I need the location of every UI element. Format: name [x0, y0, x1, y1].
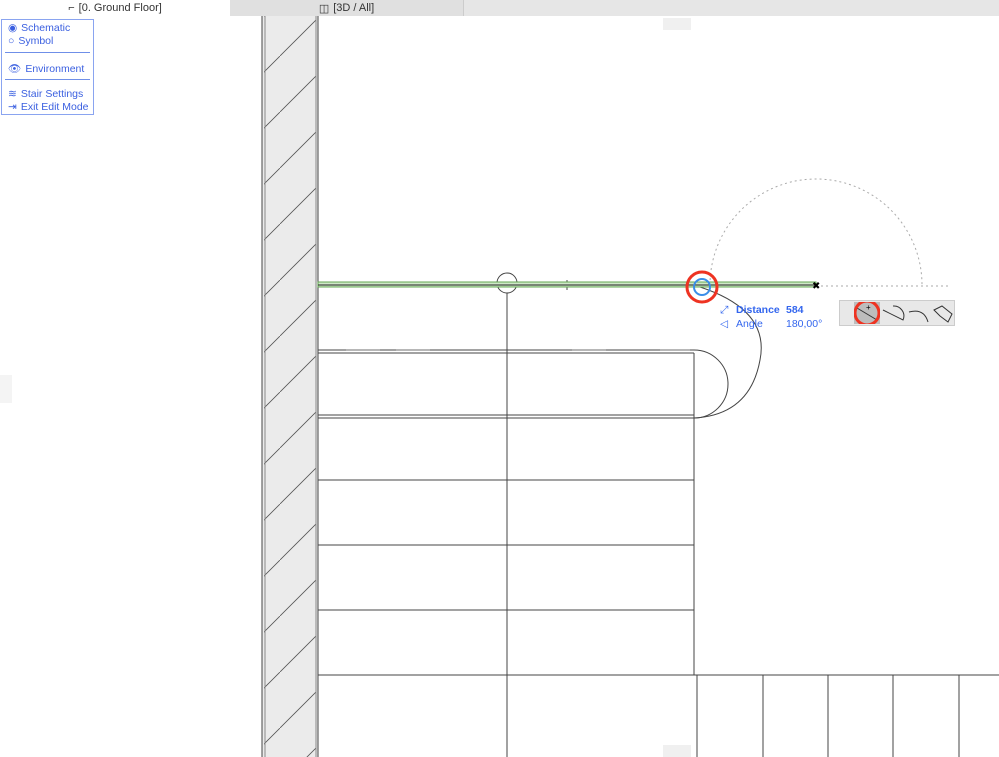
angle-icon: ◁ — [720, 318, 729, 330]
arc-tangent-segment-button[interactable] — [880, 302, 906, 324]
eye-icon: 👁 — [8, 63, 22, 75]
angle-value[interactable]: 180,00° — [786, 318, 822, 330]
end-point-marker[interactable]: ✖ — [812, 281, 820, 292]
tracker: ⤢ Distance 584 ◁ Angle 180,00° — [720, 303, 823, 331]
distance-value[interactable]: 584 — [786, 304, 804, 316]
menu-item-symbol[interactable]: ○ Symbol — [8, 35, 53, 47]
menu-item-stair-settings[interactable]: ≋ Stair Settings — [8, 88, 83, 100]
radio-selected-icon: ◉ — [8, 22, 18, 34]
arc-segment-button[interactable] — [906, 302, 932, 324]
edit-mode-menu: ◉ Schematic ○ Symbol 👁 Environment ≋ Stair S… — [1, 19, 94, 115]
exit-icon: ⇥ — [8, 101, 17, 113]
distance-icon: ⤢ — [720, 303, 729, 316]
straight-segment-button[interactable]: + — [854, 302, 880, 324]
radio-icon: ○ — [8, 35, 15, 47]
stair-landing-button[interactable] — [930, 302, 956, 324]
menu-item-exit-edit-mode[interactable]: ⇥ Exit Edit Mode — [8, 101, 89, 113]
svg-text:+: + — [866, 303, 871, 312]
drawing-canvas[interactable]: ✖ — [0, 0, 999, 757]
menu-item-environment[interactable]: 👁 Environment — [8, 62, 84, 76]
divider — [5, 79, 90, 80]
stair-settings-icon: ≋ — [8, 88, 17, 100]
stair-treads — [318, 272, 999, 757]
menu-item-schematic[interactable]: ◉ Schematic — [8, 22, 70, 34]
divider — [5, 52, 90, 53]
pet-palette: + — [839, 300, 955, 326]
preview-arc — [709, 178, 923, 286]
